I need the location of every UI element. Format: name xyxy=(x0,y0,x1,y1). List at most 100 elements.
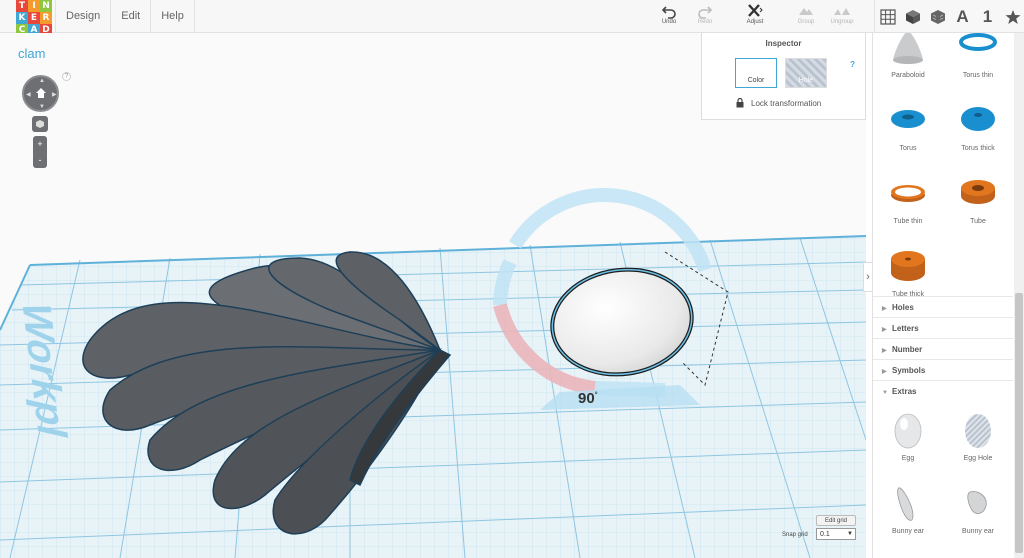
undo-icon xyxy=(661,6,676,19)
lock-label: Lock transformation xyxy=(751,98,822,108)
ungroup-button[interactable]: Ungroup xyxy=(824,3,860,31)
category-symbols[interactable]: ▶ Symbols xyxy=(873,359,1013,380)
color-label: Color xyxy=(747,77,765,84)
bunny-ear-hole-icon xyxy=(967,491,987,514)
shape-label: Torus xyxy=(899,145,917,152)
cube-faceted-icon xyxy=(930,9,945,24)
shape-label: Paraboloid xyxy=(891,72,925,79)
chevron-right-icon: ▶ xyxy=(882,306,887,312)
shape-label: Bunny ear xyxy=(962,528,994,535)
redo-button[interactable]: Redo xyxy=(687,3,723,31)
shape-egg[interactable]: Egg xyxy=(873,411,943,484)
sidebar-scrollbar-thumb[interactable] xyxy=(1015,293,1023,553)
inspector-help-icon[interactable]: ? xyxy=(850,60,855,69)
shape-egg-hole[interactable]: Egg Hole xyxy=(943,411,1013,484)
bunny-ear-icon xyxy=(897,487,914,521)
hole-swatch[interactable]: Hole xyxy=(785,58,827,88)
category-label: Holes xyxy=(892,303,914,312)
ungroup-label: Ungroup xyxy=(830,19,854,25)
logo-letter: T xyxy=(16,0,28,12)
hole-label: Hole xyxy=(798,77,814,84)
logo-letter: N xyxy=(40,0,52,12)
shape-bunny-ear-hole[interactable]: Bunny ear xyxy=(943,484,1013,557)
adjust-icon xyxy=(748,4,763,17)
shape-label: Tube thin xyxy=(893,218,923,225)
pan-left-icon[interactable]: ◀ xyxy=(26,91,31,98)
undo-redo-group: Undo Redo xyxy=(651,3,723,31)
pan-down-icon[interactable]: ▼ xyxy=(39,104,45,110)
home-icon[interactable] xyxy=(35,87,47,99)
view-cube-button[interactable] xyxy=(32,116,48,132)
shape-torus-thick[interactable]: Torus thick xyxy=(943,101,1013,174)
project-name[interactable]: clam xyxy=(18,46,45,61)
torus-thick-icon xyxy=(961,107,995,131)
category-extras[interactable]: ▼ Extras xyxy=(873,380,1013,401)
logo-letter: K xyxy=(16,12,28,24)
navigation-help-icon[interactable]: ? xyxy=(62,72,71,81)
rotation-angle-value: 90 xyxy=(578,390,595,407)
menu-design[interactable]: Design xyxy=(55,0,110,33)
shape-tube-thin[interactable]: Tube thin xyxy=(873,174,943,247)
menu-edit[interactable]: Edit xyxy=(110,0,150,33)
logo-letter: R xyxy=(40,12,52,24)
undo-button[interactable]: Undo xyxy=(651,3,687,31)
grid-icon xyxy=(879,8,896,25)
chevron-right-icon: ▶ xyxy=(882,369,887,375)
group-button[interactable]: Group xyxy=(788,3,824,31)
tinkercad-app: T I N K E R C A D Design Edit Help Undo … xyxy=(0,0,1024,558)
shape-label: Egg Hole xyxy=(963,455,993,462)
pan-right-icon[interactable]: ▶ xyxy=(52,91,57,98)
zoom-out-button[interactable]: - xyxy=(33,152,47,168)
adjust-label: Adjust xyxy=(746,19,764,25)
tube-icon xyxy=(961,180,995,204)
navigation-pad[interactable]: ▲ ▼ ◀ ▶ xyxy=(22,75,59,112)
edit-grid-button[interactable]: Edit grid xyxy=(816,515,856,526)
shape-label: Bunny ear xyxy=(892,528,924,535)
color-swatch[interactable]: Color xyxy=(735,58,777,88)
extras-shapes-grid: Egg Egg Hole Bunny ear Bunny ear xyxy=(873,411,1013,557)
redo-label: Redo xyxy=(697,19,713,25)
pan-up-icon[interactable]: ▲ xyxy=(39,78,45,84)
sidebar-collapse-button[interactable]: › xyxy=(863,262,872,292)
zoom-in-button[interactable]: + xyxy=(33,136,47,152)
snap-grid-select[interactable]: 0.1 ▼ xyxy=(816,528,856,540)
shape-tube[interactable]: Tube xyxy=(943,174,1013,247)
torus-thin-icon xyxy=(959,33,997,51)
egg-hole-icon xyxy=(965,414,991,448)
tube-thick-icon xyxy=(891,251,925,281)
wireframe-view-button[interactable] xyxy=(925,0,950,33)
chevron-right-icon: ▶ xyxy=(882,327,887,333)
zoom-controls: + - xyxy=(33,136,47,168)
shape-paraboloid[interactable]: Paraboloid xyxy=(873,33,943,101)
degree-unit: ° xyxy=(594,392,598,399)
menu-help[interactable]: Help xyxy=(150,0,195,33)
favorites-button[interactable] xyxy=(1000,0,1024,33)
solid-view-button[interactable] xyxy=(900,0,925,33)
shape-label: Egg xyxy=(901,455,915,462)
cube-icon xyxy=(36,120,44,128)
adjust-button[interactable]: Adjust xyxy=(737,3,773,31)
shape-torus[interactable]: Torus xyxy=(873,101,943,174)
category-holes[interactable]: ▶ Holes xyxy=(873,296,1013,317)
shape-torus-thin[interactable]: Torus thin xyxy=(943,33,1013,101)
ungroup-icon xyxy=(834,8,850,15)
shape-label: Torus thick xyxy=(961,145,995,152)
tinkercad-logo[interactable]: T I N K E R C A D xyxy=(16,0,52,36)
letters-button[interactable]: A xyxy=(950,0,975,33)
category-label: Symbols xyxy=(892,366,926,375)
group-icon xyxy=(799,8,813,15)
category-letters[interactable]: ▶ Letters xyxy=(873,317,1013,338)
top-bar: T I N K E R C A D Design Edit Help Undo … xyxy=(0,0,1024,36)
category-number[interactable]: ▶ Number xyxy=(873,338,1013,359)
grid-view-button[interactable] xyxy=(875,0,900,33)
group-tools: Group Ungroup xyxy=(788,3,860,31)
lock-transformation-toggle[interactable]: Lock transformation xyxy=(736,98,821,108)
group-label: Group xyxy=(797,19,815,25)
category-label: Number xyxy=(892,345,923,354)
shape-bunny-ear[interactable]: Bunny ear xyxy=(873,484,943,557)
basic-shapes-grid: Paraboloid Torus thin Torus Torus thick … xyxy=(873,33,1013,320)
main-menu: Design Edit Help xyxy=(55,0,195,33)
numbers-button[interactable]: 1 xyxy=(975,0,1000,33)
dropdown-caret-icon: ▼ xyxy=(847,531,853,537)
star-icon xyxy=(1005,9,1020,24)
